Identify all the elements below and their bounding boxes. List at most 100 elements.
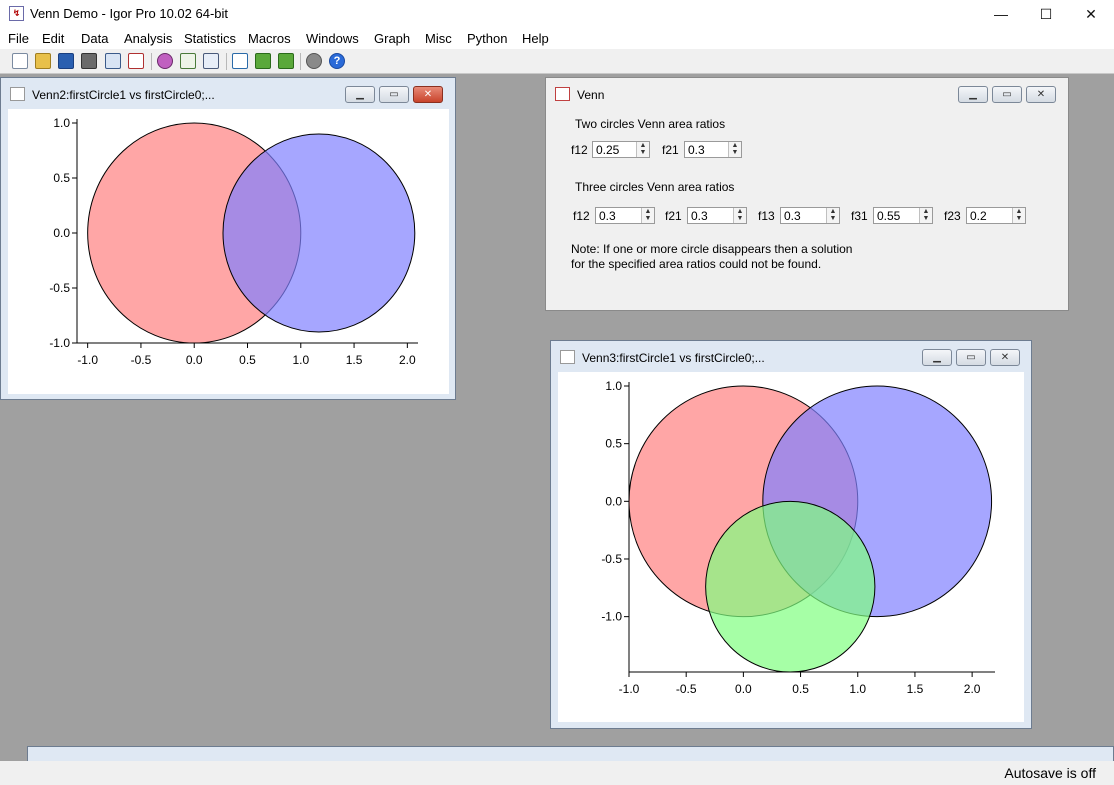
spinner-arrows-icon[interactable]: ▲ ▼: [641, 208, 654, 223]
venn2-plot: -1.0 -0.5 0.0 0.5 1.0 1.5 2.0 1.0 0.5 0.0 -0.5 -1.0: [49, 116, 418, 367]
venn2-y-tick-label: 0.0: [53, 226, 70, 240]
panel-note-line-2: for the specified area ratios could not …: [571, 257, 822, 271]
graph-window-icon: [560, 350, 575, 364]
venn2-caption: Venn2:firstCircle1 vs firstCircle0;... ▁…: [1, 78, 455, 108]
menu-graph[interactable]: Graph: [374, 31, 410, 46]
two-circles-heading: Two circles Venn area ratios: [575, 117, 726, 131]
venn2-restore-button[interactable]: ▭: [379, 86, 409, 103]
panel-close-button[interactable]: ✕: [1026, 86, 1056, 103]
venn3-y-tick-label: 0.0: [605, 494, 622, 508]
table-icon[interactable]: [105, 53, 121, 69]
new-window-icon[interactable]: [232, 53, 248, 69]
venn2-x-tick-label: -0.5: [131, 353, 152, 367]
toolbar-separator: [151, 53, 152, 70]
new-doc-icon[interactable]: [12, 53, 28, 69]
gear-icon[interactable]: [306, 53, 322, 69]
venn2-title: Venn2:firstCircle1 vs firstCircle0;...: [32, 88, 215, 102]
venn3-y-tick-label: -1.0: [601, 610, 622, 624]
venn-panel-caption: Venn ▁ ▭ ✕: [546, 78, 1068, 108]
three-f12-input[interactable]: 0.3 ▲ ▼: [595, 207, 655, 224]
three-f13-label: f13: [758, 209, 775, 223]
venn3-x-tick-label: -1.0: [619, 682, 640, 696]
venn3-restore-button[interactable]: ▭: [956, 349, 986, 366]
status-bar: Autosave is off: [0, 761, 1114, 785]
help-icon[interactable]: ?: [329, 53, 345, 69]
print-icon[interactable]: [81, 53, 97, 69]
venn2-window: Venn2:firstCircle1 vs firstCircle0;... ▁…: [0, 77, 456, 400]
three-f31-input[interactable]: 0.55 ▲ ▼: [873, 207, 933, 224]
venn2-x-tick-label: 1.0: [292, 353, 309, 367]
toolbar: ?: [0, 49, 1114, 74]
menu-python[interactable]: Python: [467, 31, 507, 46]
toolbar-separator: [226, 53, 227, 70]
menu-macros[interactable]: Macros: [248, 31, 291, 46]
venn2-x-tick-label: -1.0: [77, 353, 98, 367]
venn2-y-tick-label: -0.5: [49, 281, 70, 295]
menu-bar: File Edit Data Analysis Statistics Macro…: [0, 28, 1114, 49]
menu-windows[interactable]: Windows: [306, 31, 359, 46]
minimize-button[interactable]: —: [978, 0, 1024, 28]
venn2-graph[interactable]: -1.0 -0.5 0.0 0.5 1.0 1.5 2.0 1.0 0.5 0.0 -0.5 -1.0: [8, 109, 449, 394]
venn2-y-tick-label: -1.0: [49, 336, 70, 350]
menu-misc[interactable]: Misc: [425, 31, 452, 46]
venn3-plot: -1.0 -0.5 0.0 0.5 1.0 1.5 2.0 1.0 0.5 0.0 -0.5 -1.0: [601, 379, 995, 696]
arrow-back-icon[interactable]: [278, 53, 294, 69]
three-f21-input[interactable]: 0.3 ▲ ▼: [687, 207, 747, 224]
venn3-y-tick-label: -0.5: [601, 552, 622, 566]
two-f21-label: f21: [662, 143, 679, 157]
venn3-minimize-button[interactable]: ▁: [922, 349, 952, 366]
spinner-arrows-icon[interactable]: ▲ ▼: [733, 208, 746, 223]
spinner-arrows-icon[interactable]: ▲ ▼: [728, 142, 741, 157]
venn2-y-tick-label: 1.0: [53, 116, 70, 130]
menu-file[interactable]: File: [8, 31, 29, 46]
igor-app-icon: ↯: [9, 6, 24, 21]
toolbar-separator: [300, 53, 301, 70]
venn3-x-tick-label: 1.0: [849, 682, 866, 696]
venn2-close-button[interactable]: ✕: [413, 86, 443, 103]
venn3-x-tick-label: 0.0: [735, 682, 752, 696]
venn3-graph[interactable]: -1.0 -0.5 0.0 0.5 1.0 1.5 2.0 1.0 0.5 0.0 -0.5 -1.0: [558, 372, 1024, 722]
venn3-x-tick-label: 2.0: [964, 682, 981, 696]
maximize-button[interactable]: ☐: [1023, 0, 1069, 28]
venn3-y-tick-label: 0.5: [605, 437, 622, 451]
two-f12-input[interactable]: 0.25 ▲ ▼: [592, 141, 650, 158]
menu-edit[interactable]: Edit: [42, 31, 64, 46]
autosave-status: Autosave is off: [1004, 765, 1096, 781]
spinner-arrows-icon[interactable]: ▲ ▼: [826, 208, 839, 223]
graph-icon[interactable]: [128, 53, 144, 69]
spinner-arrows-icon[interactable]: ▲ ▼: [919, 208, 932, 223]
browser-icon[interactable]: [203, 53, 219, 69]
venn2-x-tick-label: 0.5: [239, 353, 256, 367]
panel-window-icon: [555, 87, 570, 101]
menu-analysis[interactable]: Analysis: [124, 31, 172, 46]
venn3-x-tick-label: -0.5: [676, 682, 697, 696]
spinner-arrows-icon[interactable]: ▲ ▼: [1012, 208, 1025, 223]
panel-note-line-1: Note: If one or more circle disappears t…: [571, 242, 853, 256]
venn2-x-tick-label: 0.0: [186, 353, 203, 367]
venn2-minimize-button[interactable]: ▁: [345, 86, 375, 103]
spinner-arrows-icon[interactable]: ▲ ▼: [636, 142, 649, 157]
venn3-close-button[interactable]: ✕: [990, 349, 1020, 366]
panel-restore-button[interactable]: ▭: [992, 86, 1022, 103]
three-f21-label: f21: [665, 209, 682, 223]
venn3-x-tick-label: 1.5: [907, 682, 924, 696]
three-f13-input[interactable]: 0.3 ▲ ▼: [780, 207, 840, 224]
two-f21-input[interactable]: 0.3 ▲ ▼: [684, 141, 742, 158]
menu-data[interactable]: Data: [81, 31, 108, 46]
open-folder-icon[interactable]: [35, 53, 51, 69]
menu-statistics[interactable]: Statistics: [184, 31, 236, 46]
app-title: Venn Demo - Igor Pro 10.02 64-bit: [30, 6, 229, 21]
three-f23-input[interactable]: 0.2 ▲ ▼: [966, 207, 1026, 224]
venn-panel-window: Venn ▁ ▭ ✕ Two circles Venn area ratios …: [545, 77, 1069, 311]
close-button[interactable]: ✕: [1068, 0, 1114, 28]
venn3-window: Venn3:firstCircle1 vs firstCircle0;... ▁…: [550, 340, 1032, 729]
arrow-left-icon[interactable]: [255, 53, 271, 69]
save-icon[interactable]: [58, 53, 74, 69]
venn3-caption: Venn3:firstCircle1 vs firstCircle0;... ▁…: [551, 341, 1031, 371]
colors-icon[interactable]: [157, 53, 173, 69]
graph-window-icon: [10, 87, 25, 101]
panel-minimize-button[interactable]: ▁: [958, 86, 988, 103]
venn-panel-title: Venn: [577, 88, 605, 102]
menu-help[interactable]: Help: [522, 31, 549, 46]
inspect-icon[interactable]: [180, 53, 196, 69]
